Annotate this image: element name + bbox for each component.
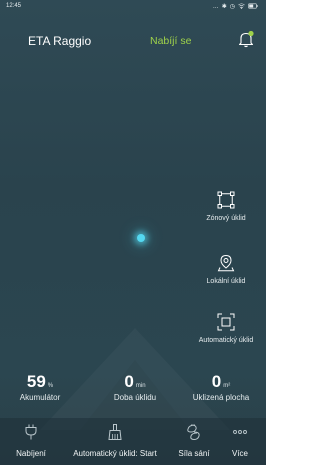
bottom-action-bar: Nabíjení Automatický úklid: Start Síla s… [0,418,266,465]
status-icons: … ✱ ◷ [213,3,258,11]
notification-bell-icon[interactable] [238,30,254,48]
cleaned-area-value: 0 [211,372,222,391]
more-button[interactable]: Více [220,418,260,465]
suction-power-icon [187,424,200,440]
zone-cleaning-icon [217,191,235,209]
battery-label: Akumulátor [19,393,61,402]
status-bar: 12:45 … ✱ ◷ [0,0,266,14]
auto-cleaning-label: Automatický úklid [198,337,254,344]
auto-cleaning-icon [217,313,235,331]
more-dots-icon [233,430,247,434]
charge-button[interactable]: Nabíjení [8,418,54,465]
battery-icon [248,3,258,11]
auto-cleaning-start-button[interactable]: Automatický úklid: Start [62,418,168,465]
cleaning-time-unit: min [135,383,146,389]
battery-stat: 59% Akumulátor [10,372,70,402]
device-name: ETA Raggio [28,34,92,48]
suction-power-button[interactable]: Síla sání [172,418,216,465]
auto-cleaning-start-label: Automatický úklid: Start [73,449,157,458]
cleaned-area-unit: m² [223,383,231,389]
suction-power-label: Síla sání [178,449,210,458]
plug-icon [25,424,37,440]
alarm-icon: ◷ [229,4,235,10]
cleaning-time-value: 0 [124,372,134,391]
dots-icon: … [212,4,219,10]
location-pin-icon [217,254,235,272]
charge-label: Nabíjení [16,449,46,458]
robot-position-marker [137,234,145,242]
cleaning-time-label: Doba úklidu [113,393,157,402]
app-screen: 12:45 … ✱ ◷ ETA Raggio Nabíjí se Zónový … [0,0,266,465]
zone-cleaning-button[interactable]: Zónový úklid [181,191,266,222]
local-cleaning-label: Lokální úklid [206,278,246,285]
more-label: Více [231,449,248,458]
status-time: 12:45 [6,3,22,9]
wifi-icon [238,3,245,11]
cleaned-area-label: Uklizená plocha [192,393,250,402]
cleaning-time-stat: 0 min Doba úklidu [100,372,170,402]
bluetooth-icon: ✱ [221,4,227,10]
battery-value: 59 [26,372,46,391]
auto-cleaning-button[interactable]: Automatický úklid [181,313,266,344]
broom-icon [108,424,122,440]
battery-unit: % [47,383,54,389]
zone-cleaning-label: Zónový úklid [206,215,246,222]
local-cleaning-button[interactable]: Lokální úklid [181,254,266,285]
charging-status: Nabíjí se [150,35,192,47]
cleaned-area-stat: 0 m² Uklizená plocha [178,372,264,402]
